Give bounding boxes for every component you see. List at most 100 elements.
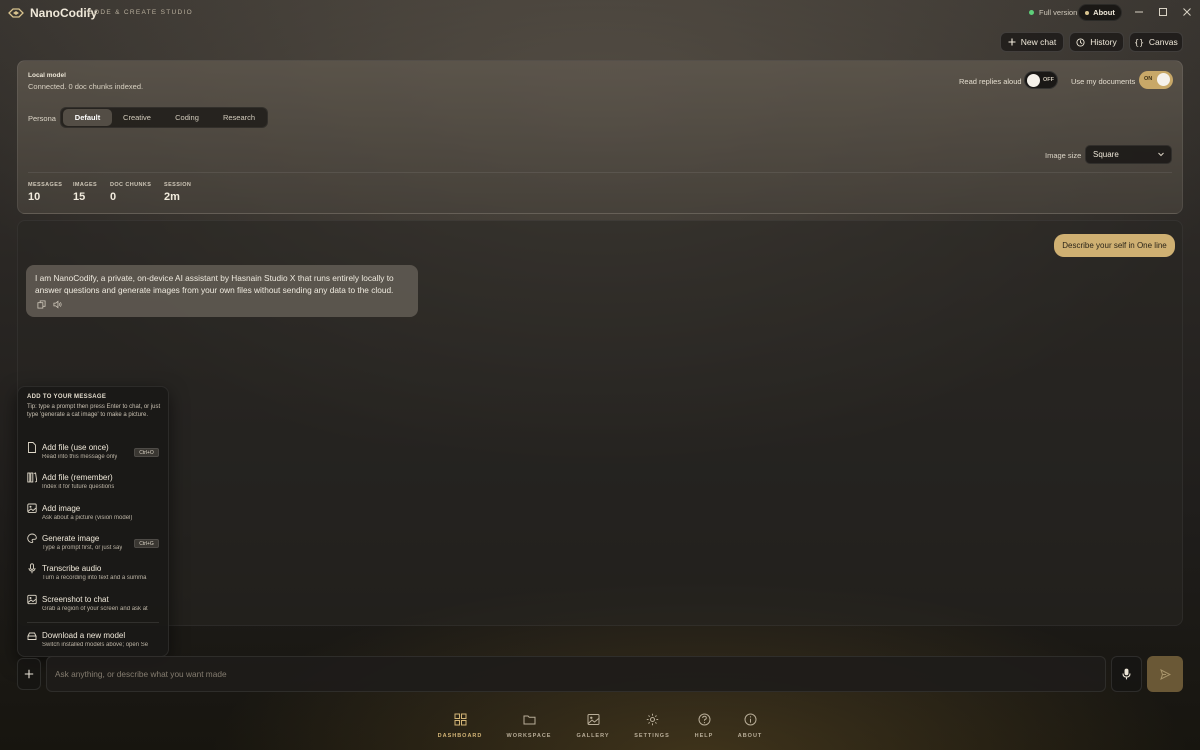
new-chat-button[interactable]: New chat [1000, 32, 1064, 52]
persona-tab-default[interactable]: Default [63, 109, 112, 126]
use-docs-label: Use my documents [1071, 77, 1136, 86]
chevron-down-icon [1158, 152, 1164, 157]
stat-session-label: SESSION [164, 182, 192, 188]
image-size-value: Square [1093, 150, 1119, 159]
mic-icon [28, 563, 36, 574]
menu-item-download-model[interactable]: Download a new model [42, 631, 125, 640]
nav-label: ABOUT [737, 733, 763, 739]
menu-divider [27, 622, 159, 623]
library-icon [27, 472, 37, 483]
stat-messages-value: 10 [28, 191, 41, 203]
about-button[interactable]: About [1078, 4, 1122, 21]
attach-menu-title: ADD TO YOUR MESSAGE [27, 394, 107, 400]
send-button[interactable] [1147, 656, 1183, 692]
screenshot-icon [27, 594, 37, 605]
image-icon [27, 503, 37, 513]
persona-tab-creative[interactable]: Creative [113, 109, 161, 126]
braces-icon: {} [1134, 37, 1144, 47]
menu-item-subtitle: Ask about a picture (vision model) [42, 515, 133, 521]
menu-item-generate-image[interactable]: Generate image [42, 534, 99, 543]
use-docs-toggle[interactable]: ON [1139, 71, 1173, 89]
menu-item-add-image[interactable]: Add image [42, 504, 80, 513]
menu-item-add-file-remember[interactable]: Add file (remember) [42, 473, 113, 482]
minimize-icon[interactable] [1133, 6, 1145, 18]
status-dot-icon [1029, 10, 1034, 15]
nav-dashboard[interactable]: DASHBOARD [430, 713, 490, 739]
shortcut-badge: Ctrl+G [134, 539, 159, 548]
persona-tab-coding[interactable]: Coding [163, 109, 211, 126]
canvas-label: Canvas [1148, 37, 1178, 47]
panel-divider [28, 172, 1172, 173]
copy-icon[interactable] [37, 300, 46, 309]
voice-input-button[interactable] [1111, 656, 1142, 692]
nav-workspace[interactable]: WORKSPACE [499, 713, 559, 739]
plus-icon [1008, 38, 1016, 46]
menu-item-subtitle: Index it for future questions [42, 484, 115, 490]
menu-item-subtitle: Type a prompt first, or just say [42, 545, 123, 551]
read-aloud-toggle[interactable]: OFF [1024, 71, 1058, 89]
stat-messages-label: MESSAGES [28, 182, 63, 188]
new-chat-label: New chat [1020, 37, 1057, 47]
nav-label: GALLERY [576, 733, 610, 739]
logo-icon [8, 8, 24, 18]
stat-images-value: 15 [73, 191, 86, 203]
menu-item-screenshot-to-chat[interactable]: Screenshot to chat [42, 595, 109, 604]
attach-menu [17, 386, 169, 657]
gallery-icon [587, 714, 599, 725]
mic-icon [1122, 668, 1131, 680]
toggle-state: OFF [1043, 77, 1054, 83]
version-status: Full version [1029, 8, 1077, 17]
attach-button[interactable] [17, 658, 41, 690]
history-label: History [1090, 37, 1117, 47]
toggle-knob [1157, 73, 1170, 86]
menu-item-subtitle: Read into this message only [42, 454, 118, 460]
speaker-icon[interactable] [53, 300, 62, 309]
gear-icon [646, 713, 658, 726]
stat-doc-chunks-label: DOC CHUNKS [110, 182, 152, 188]
palette-icon [27, 533, 37, 544]
about-button-label: About [1093, 8, 1115, 17]
menu-item-subtitle: Switch installed models above; open Se [42, 642, 149, 648]
image-size-select[interactable]: Square [1085, 145, 1172, 164]
assistant-message-text: I am NanoCodify, a private, on-device AI… [35, 273, 394, 295]
history-button[interactable]: History [1069, 32, 1124, 52]
menu-item-add-file-once[interactable]: Add file (use once) [42, 443, 109, 452]
help-icon [698, 713, 710, 726]
message-input[interactable] [46, 656, 1106, 692]
nav-gallery[interactable]: GALLERY [563, 713, 623, 739]
version-status-label: Full version [1039, 8, 1078, 17]
nav-settings[interactable]: SETTINGS [622, 713, 682, 739]
dashboard-icon [454, 713, 466, 726]
persona-label: Persona [28, 114, 56, 123]
model-status: Connected. 0 doc chunks indexed. [28, 82, 144, 91]
menu-item-subtitle: Grab a region of your screen and ask at [42, 606, 148, 612]
model-label: Local model [28, 72, 66, 79]
nav-about[interactable]: ABOUT [720, 713, 780, 739]
stat-images-label: IMAGES [73, 182, 98, 188]
read-aloud-label: Read replies aloud [959, 77, 1022, 86]
persona-tab-research[interactable]: Research [213, 109, 265, 126]
nav-label: WORKSPACE [506, 733, 552, 739]
stat-session-value: 2m [164, 191, 180, 203]
image-size-label: Image size [1045, 151, 1082, 160]
shortcut-badge: Ctrl+O [134, 448, 159, 457]
attach-menu-tip: Tip: type a prompt then press Enter to c… [27, 404, 161, 418]
toggle-knob [1027, 74, 1040, 87]
plus-icon [24, 669, 34, 679]
canvas-button[interactable]: {} Canvas [1129, 32, 1183, 52]
nav-label: HELP [694, 733, 714, 739]
menu-item-transcribe-audio[interactable]: Transcribe audio [42, 564, 101, 573]
download-icon [27, 632, 37, 640]
toggle-state: ON [1144, 76, 1153, 82]
info-dot-icon [1085, 10, 1090, 15]
file-icon [28, 442, 36, 453]
app-tagline: CODE & CREATE STUDIO [88, 9, 193, 16]
assistant-message: I am NanoCodify, a private, on-device AI… [26, 265, 418, 317]
stat-doc-chunks-value: 0 [110, 191, 117, 203]
menu-item-subtitle: Turn a recording into text and a summa [42, 575, 147, 581]
send-icon [1159, 668, 1171, 680]
close-icon[interactable] [1181, 6, 1193, 18]
folder-icon [523, 715, 535, 725]
maximize-icon[interactable] [1157, 6, 1169, 18]
nav-label: DASHBOARD [437, 733, 483, 739]
